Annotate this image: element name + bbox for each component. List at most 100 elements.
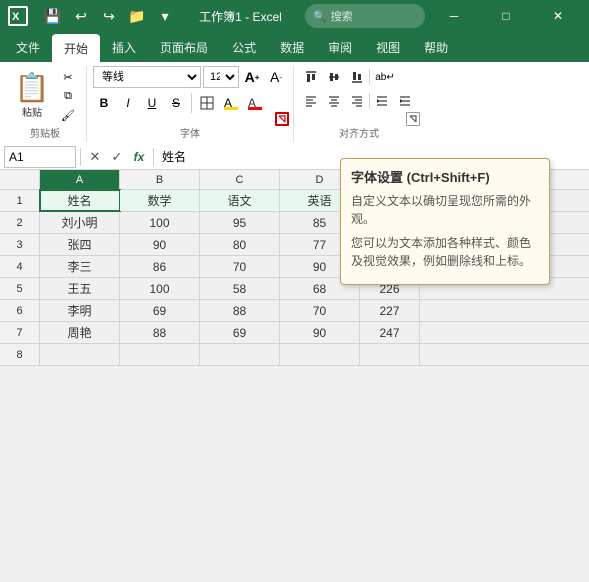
row-header-1[interactable]: 1 [0, 190, 40, 211]
tab-formula[interactable]: 公式 [220, 32, 268, 62]
decrease-indent-button[interactable] [371, 90, 393, 112]
border-button[interactable] [196, 92, 218, 114]
confirm-formula-button[interactable]: ✓ [107, 147, 127, 167]
name-box[interactable] [4, 146, 76, 168]
paste-button[interactable]: 📋 粘贴 [10, 69, 54, 123]
cell-e6[interactable]: 227 [360, 300, 420, 321]
row-header-4[interactable]: 4 [0, 256, 40, 277]
cell-b7[interactable]: 88 [120, 322, 200, 343]
save-button[interactable]: 💾 [42, 5, 64, 27]
cell-c4[interactable]: 70 [200, 256, 280, 277]
cell-b3[interactable]: 90 [120, 234, 200, 255]
minimize-button[interactable]: ─ [431, 0, 477, 32]
row-header-7[interactable]: 7 [0, 322, 40, 343]
cut-button[interactable]: ✂ [56, 68, 80, 86]
tab-file[interactable]: 文件 [4, 32, 52, 62]
redo-button[interactable]: ↪ [98, 5, 120, 27]
table-row: 8 [0, 344, 589, 366]
decrease-font-button[interactable]: A- [265, 66, 287, 88]
cell-d8[interactable] [280, 344, 360, 365]
close-button[interactable]: ✕ [535, 0, 581, 32]
center-align-button[interactable] [323, 90, 345, 112]
underline-button[interactable]: U [141, 92, 163, 114]
cell-d7[interactable]: 90 [280, 322, 360, 343]
font-dialog-button[interactable] [275, 112, 289, 126]
divider [191, 93, 192, 113]
cell-b2[interactable]: 100 [120, 212, 200, 233]
cell-d6[interactable]: 70 [280, 300, 360, 321]
col-header-a[interactable]: A [40, 170, 120, 189]
tab-review[interactable]: 审阅 [316, 32, 364, 62]
top-align-button[interactable] [300, 66, 322, 88]
cell-a7[interactable]: 周艳 [40, 322, 120, 343]
cell-c2[interactable]: 95 [200, 212, 280, 233]
search-box[interactable]: 🔍 搜索 [305, 4, 425, 28]
cell-c1[interactable]: 语文 [200, 190, 280, 211]
cell-e8[interactable] [360, 344, 420, 365]
cell-a5[interactable]: 王五 [40, 278, 120, 299]
cell-a3[interactable]: 张四 [40, 234, 120, 255]
cell-b1[interactable]: 数学 [120, 190, 200, 211]
tab-pagelayout[interactable]: 页面布局 [148, 32, 220, 62]
tab-home[interactable]: 开始 [52, 34, 100, 62]
cell-e7[interactable]: 247 [360, 322, 420, 343]
row-header-5[interactable]: 5 [0, 278, 40, 299]
tab-help[interactable]: 帮助 [412, 32, 460, 62]
undo-button[interactable]: ↩ [70, 5, 92, 27]
bold-button[interactable]: B [93, 92, 115, 114]
open-file-button[interactable]: 📁 [126, 5, 148, 27]
font-name-select[interactable]: 等线 [93, 66, 201, 88]
row-header-3[interactable]: 3 [0, 234, 40, 255]
middle-align-button[interactable] [323, 66, 345, 88]
align-row2 [300, 90, 416, 112]
fill-color-button[interactable]: A [220, 92, 242, 114]
cancel-formula-button[interactable]: ✕ [85, 147, 105, 167]
quick-access-dropdown[interactable]: ▾ [154, 5, 176, 27]
cell-b4[interactable]: 86 [120, 256, 200, 277]
cell-c6[interactable]: 88 [200, 300, 280, 321]
cell-a1[interactable]: 姓名 [40, 190, 120, 211]
right-align-button[interactable] [346, 90, 368, 112]
cell-c3[interactable]: 80 [200, 234, 280, 255]
tab-data[interactable]: 数据 [268, 32, 316, 62]
tab-insert[interactable]: 插入 [100, 32, 148, 62]
insert-function-button[interactable]: fx [129, 147, 149, 167]
divider [369, 69, 370, 85]
bottom-align-button[interactable] [346, 66, 368, 88]
row-header-8[interactable]: 8 [0, 344, 40, 365]
maximize-button[interactable]: □ [483, 0, 529, 32]
paste-label: 粘贴 [22, 104, 42, 119]
cell-c5[interactable]: 58 [200, 278, 280, 299]
tooltip-title: 字体设置 (Ctrl+Shift+F) [351, 167, 539, 186]
cell-b5[interactable]: 100 [120, 278, 200, 299]
wrap-text-button[interactable]: ab↵ [371, 66, 399, 88]
table-row: 7 周艳 88 69 90 247 [0, 322, 589, 344]
tab-view[interactable]: 视图 [364, 32, 412, 62]
italic-button[interactable]: I [117, 92, 139, 114]
alignment-dialog-button[interactable] [406, 112, 420, 126]
cell-b6[interactable]: 69 [120, 300, 200, 321]
copy-button[interactable]: ⧉ [56, 87, 80, 105]
row-header-2[interactable]: 2 [0, 212, 40, 233]
row-header-6[interactable]: 6 [0, 300, 40, 321]
cell-a6[interactable]: 李明 [40, 300, 120, 321]
strikethrough-button[interactable]: S [165, 92, 187, 114]
cell-c8[interactable] [200, 344, 280, 365]
increase-font-button[interactable]: A+ [241, 66, 263, 88]
left-align-button[interactable] [300, 90, 322, 112]
increase-indent-button[interactable] [394, 90, 416, 112]
cell-a4[interactable]: 李三 [40, 256, 120, 277]
ribbon-content: 📋 粘贴 ✂ ⧉ 🖌 剪贴板 等线 12 A+ A- [0, 62, 589, 144]
font-color-button[interactable]: A [244, 92, 266, 114]
font-size-select[interactable]: 12 [203, 66, 239, 88]
col-header-c[interactable]: C [200, 170, 280, 189]
cell-a8[interactable] [40, 344, 120, 365]
cell-c7[interactable]: 69 [200, 322, 280, 343]
header-spacer [0, 170, 40, 189]
format-painter-button[interactable]: 🖌 [56, 106, 80, 124]
cell-a2[interactable]: 刘小明 [40, 212, 120, 233]
cell-b8[interactable] [120, 344, 200, 365]
col-header-b[interactable]: B [120, 170, 200, 189]
font-group: 等线 12 A+ A- B I U S [87, 66, 294, 142]
window-title: 工作簿1 - Excel [176, 8, 305, 25]
